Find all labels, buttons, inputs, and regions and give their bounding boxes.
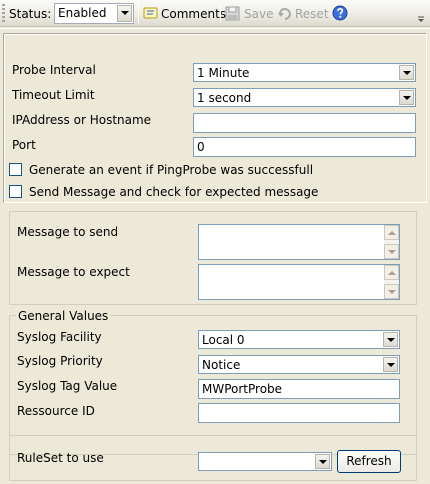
timeout-limit-label: Timeout Limit	[12, 88, 95, 102]
chevron-down-icon	[383, 332, 398, 347]
toolbar-grip[interactable]	[2, 4, 5, 23]
general-values-legend: General Values	[16, 309, 111, 323]
status-label: Status:	[9, 7, 52, 21]
save-button[interactable]: Save	[225, 3, 274, 24]
comments-label: Comments	[161, 7, 227, 21]
chevron-down-icon	[117, 5, 132, 22]
syslog-tag-value: MWPortProbe	[202, 382, 283, 396]
probe-interval-value: 1 Minute	[197, 66, 250, 80]
syslog-facility-label: Syslog Facility	[17, 330, 102, 344]
help-button[interactable]	[332, 5, 348, 21]
send-message-checkbox[interactable]	[9, 185, 22, 198]
host-label: IPAddress or Hostname	[12, 113, 152, 127]
chevron-down-icon	[315, 454, 330, 469]
ressource-id-label: Ressource ID	[17, 404, 95, 418]
scroll-down-icon[interactable]	[384, 244, 399, 259]
timeout-limit-value: 1 second	[197, 91, 252, 105]
main-panel: Probe Interval 1 Minute Timeout Limit 1 …	[0, 28, 430, 484]
toolbar-separator	[220, 4, 221, 23]
toolbar-overflow-button[interactable]	[415, 2, 427, 25]
comments-icon	[143, 7, 158, 19]
port-label: Port	[12, 138, 36, 152]
port-value: 0	[197, 140, 205, 154]
comments-button[interactable]: Comments	[143, 3, 226, 24]
syslog-facility-value: Local 0	[202, 333, 245, 347]
message-to-send-label: Message to send	[17, 225, 119, 239]
message-to-expect-label: Message to expect	[17, 265, 130, 279]
ruleset-dropdown[interactable]	[198, 452, 332, 471]
toolbar-separator	[138, 4, 139, 23]
chevron-down-icon	[383, 357, 398, 372]
send-message-label: Send Message and check for expected mess…	[29, 185, 319, 199]
chevron-down-icon	[418, 16, 424, 22]
message-to-expect-textarea[interactable]	[198, 264, 400, 300]
reset-button[interactable]: Reset	[277, 3, 329, 24]
reset-icon	[278, 8, 291, 20]
ruleset-label: RuleSet to use	[17, 451, 104, 465]
status-value: Enabled	[58, 6, 107, 20]
probe-interval-dropdown[interactable]: 1 Minute	[193, 63, 416, 82]
generate-event-label: Generate an event if PingProbe was succe…	[29, 163, 314, 177]
status-dropdown[interactable]: Enabled	[54, 3, 134, 24]
syslog-priority-value: Notice	[202, 358, 241, 372]
chevron-down-icon	[399, 90, 414, 105]
host-input[interactable]	[193, 113, 416, 133]
help-icon	[332, 5, 348, 21]
scroll-up-icon[interactable]	[384, 265, 399, 280]
port-input[interactable]: 0	[193, 137, 416, 157]
toolbar: Status: Enabled Comments Save Reset	[0, 0, 430, 27]
syslog-priority-label: Syslog Priority	[17, 354, 103, 368]
probe-interval-label: Probe Interval	[12, 63, 96, 77]
scroll-up-icon[interactable]	[384, 225, 399, 240]
scrollbar[interactable]	[384, 265, 399, 299]
generate-event-checkbox[interactable]	[9, 163, 22, 176]
reset-label: Reset	[295, 7, 329, 21]
ressource-id-input[interactable]	[198, 403, 400, 423]
floppy-disk-icon	[225, 6, 240, 21]
syslog-tag-input[interactable]: MWPortProbe	[198, 379, 400, 399]
scroll-down-icon[interactable]	[384, 284, 399, 299]
syslog-priority-dropdown[interactable]: Notice	[198, 355, 400, 374]
refresh-button[interactable]: Refresh	[337, 450, 401, 473]
save-label: Save	[244, 7, 274, 21]
scrollbar[interactable]	[384, 225, 399, 259]
chevron-down-icon	[399, 65, 414, 80]
timeout-limit-dropdown[interactable]: 1 second	[193, 88, 416, 107]
syslog-facility-dropdown[interactable]: Local 0	[198, 330, 400, 349]
syslog-tag-label: Syslog Tag Value	[17, 379, 118, 393]
message-to-send-textarea[interactable]	[198, 224, 400, 260]
